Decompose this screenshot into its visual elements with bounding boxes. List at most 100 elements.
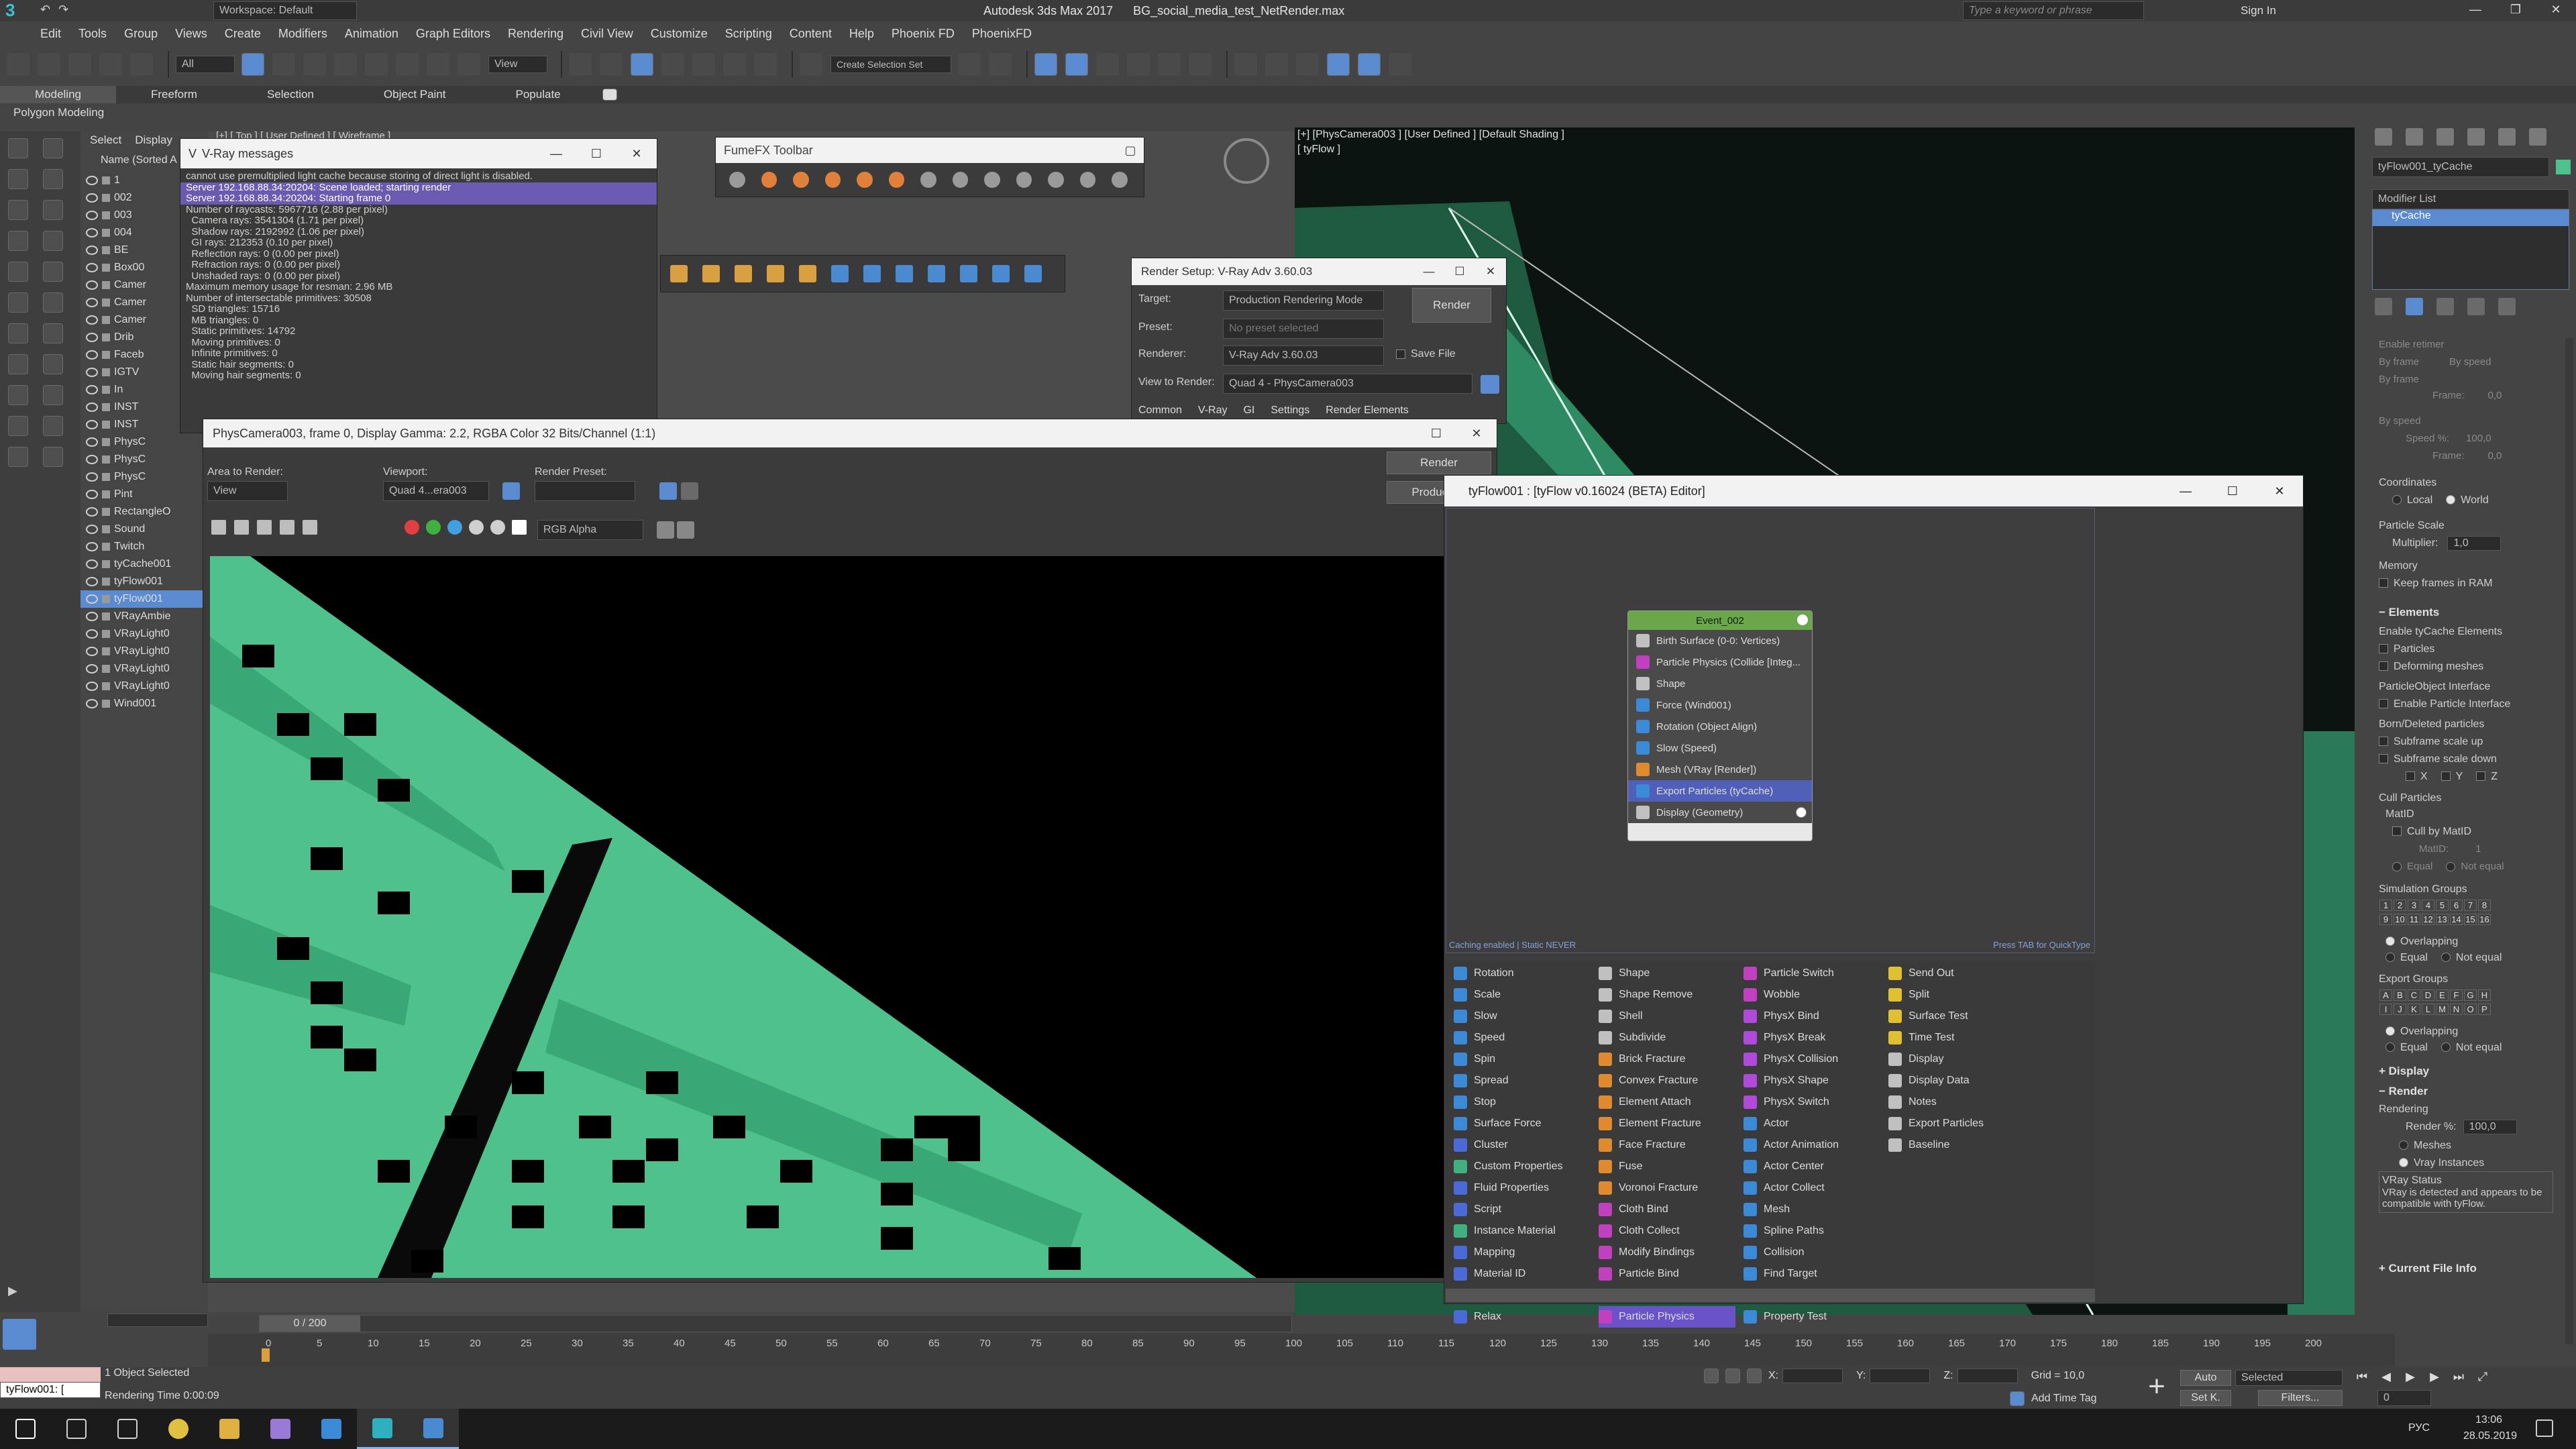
app-logo[interactable]: 3 bbox=[5, 0, 32, 21]
clone-frame-icon[interactable] bbox=[257, 520, 272, 535]
render-setup-icon[interactable] bbox=[659, 482, 677, 500]
visibility-eye-icon[interactable] bbox=[86, 490, 98, 499]
visibility-eye-icon[interactable] bbox=[86, 246, 98, 255]
visibility-eye-icon[interactable] bbox=[86, 228, 98, 237]
save-file-checkbox[interactable]: Save File bbox=[1396, 348, 1456, 360]
depot-operator[interactable]: Shape bbox=[1599, 963, 1735, 984]
render-production-icon[interactable] bbox=[1296, 53, 1319, 76]
display-rollout-header[interactable]: + Display bbox=[2379, 1065, 2429, 1077]
export-group-button[interactable]: J bbox=[2394, 1004, 2406, 1015]
time-slider-thumb[interactable]: 0 / 200 bbox=[260, 1316, 360, 1332]
grid-icon[interactable] bbox=[735, 265, 752, 282]
visibility-eye-icon[interactable] bbox=[86, 437, 98, 447]
ribbon-tab[interactable]: Populate bbox=[481, 86, 596, 103]
export-overlapping-radio[interactable]: Overlapping bbox=[2385, 1024, 2458, 1037]
maximize-icon[interactable]: ☐ bbox=[1416, 427, 1456, 441]
depot-operator[interactable]: Notes bbox=[1888, 1091, 2025, 1113]
vray-frame-buffer-icon[interactable] bbox=[1358, 53, 1381, 76]
outliner-row[interactable]: Pint bbox=[80, 486, 208, 503]
freeze-icon[interactable] bbox=[43, 385, 63, 405]
depot-operator[interactable]: PhysX Bind bbox=[1743, 1006, 1880, 1027]
matid-field[interactable]: 1 bbox=[2475, 843, 2481, 855]
depot-operator[interactable]: PhysX Switch bbox=[1743, 1091, 1880, 1113]
sim-group-button[interactable]: 10 bbox=[2394, 914, 2406, 925]
meshes-checkbox[interactable]: Deforming meshes bbox=[2379, 659, 2483, 672]
viewport-label[interactable]: [+] [PhysCamera003 ] [User Defined ] [De… bbox=[1297, 129, 1564, 141]
enable-elements-checkbox[interactable]: Enable tyCache Elements bbox=[2379, 624, 2502, 637]
depot-operator[interactable]: Actor Collect bbox=[1743, 1177, 1880, 1199]
depot-operator[interactable]: Modify Bindings bbox=[1599, 1242, 1735, 1263]
event-operator[interactable]: Birth Surface (0-0: Vertices) bbox=[1628, 630, 1812, 651]
depot-operator[interactable]: Surface Test bbox=[1888, 1006, 2025, 1027]
reference-coordinate-select[interactable]: View bbox=[488, 56, 547, 73]
depot-operator[interactable]: Voronoi Fracture bbox=[1599, 1177, 1735, 1199]
cloud-icon[interactable] bbox=[767, 265, 784, 282]
depot-operator[interactable]: Collision bbox=[1743, 1242, 1880, 1263]
flow-canvas[interactable]: Event_002 Birth Surface (0-0: Vertices) P… bbox=[1446, 508, 2095, 953]
hierarchy-tab-icon[interactable] bbox=[2436, 128, 2454, 146]
depot-operator[interactable]: Shape Remove bbox=[1599, 984, 1735, 1006]
sim-overlapping-radio[interactable]: Overlapping bbox=[2385, 934, 2458, 947]
time-tag-icon[interactable] bbox=[2010, 1391, 2025, 1406]
notification-icon[interactable] bbox=[2536, 1419, 2553, 1437]
depot-operator[interactable]: Face Fracture bbox=[1599, 1134, 1735, 1156]
fumefx-play-icon[interactable] bbox=[1048, 172, 1064, 188]
export-group-button[interactable]: I bbox=[2379, 1004, 2392, 1015]
export-group-button[interactable]: M bbox=[2436, 1004, 2449, 1015]
render-vray-radio[interactable]: Vray Instances bbox=[2399, 1155, 2484, 1169]
outliner-row[interactable]: PhysC bbox=[80, 468, 208, 486]
material-editor-icon[interactable] bbox=[1189, 53, 1212, 76]
maxscript-listener[interactable]: tyFlow001: [ bbox=[0, 1382, 101, 1398]
teapot-render-icon[interactable] bbox=[1389, 53, 1411, 76]
menu-item[interactable]: Edit bbox=[40, 27, 61, 41]
selection-filter[interactable]: All bbox=[176, 56, 235, 73]
event-name[interactable]: Event_002 bbox=[1696, 615, 1744, 627]
sim-group-button[interactable]: 14 bbox=[2450, 914, 2463, 925]
lock-icon[interactable] bbox=[1481, 375, 1499, 394]
fumefx-sphere-icon[interactable] bbox=[952, 172, 969, 188]
red-channel-icon[interactable] bbox=[405, 520, 419, 535]
close-icon[interactable]: ✕ bbox=[2536, 3, 2576, 17]
display-icon[interactable] bbox=[8, 200, 28, 220]
layer-icon[interactable] bbox=[8, 385, 28, 405]
export-group-button[interactable]: L bbox=[2422, 1004, 2434, 1015]
pivot-icon[interactable] bbox=[569, 53, 592, 76]
sim-equal-radio[interactable]: Equal bbox=[2385, 950, 2428, 963]
key-mode-icon[interactable]: ⤢ bbox=[2475, 1370, 2490, 1385]
sim-group-button[interactable]: 13 bbox=[2436, 914, 2449, 925]
absolute-mode-icon[interactable] bbox=[1747, 1368, 1762, 1383]
prev-frame-icon[interactable]: ◀ bbox=[2379, 1370, 2394, 1385]
vray-log[interactable]: cannot use premultiplied light cache bec… bbox=[180, 168, 657, 382]
menu-item[interactable]: PhoenixFD bbox=[972, 27, 1032, 41]
visibility-eye-icon[interactable] bbox=[86, 525, 98, 534]
menu-item[interactable]: Tools bbox=[78, 27, 107, 41]
command-panel-scrollbar[interactable] bbox=[2565, 338, 2573, 1344]
y-field[interactable] bbox=[1870, 1368, 1931, 1383]
blue-channel-icon[interactable] bbox=[447, 520, 462, 535]
sim-group-button[interactable]: 7 bbox=[2464, 900, 2477, 911]
view-to-render-select[interactable]: Quad 4 - PhysCamera003 bbox=[1223, 374, 1472, 394]
show-end-result-icon[interactable] bbox=[2406, 298, 2423, 315]
set-key-button[interactable]: Set K. bbox=[2180, 1390, 2231, 1406]
search-input[interactable]: Type a keyword or phrase bbox=[1963, 1, 2144, 20]
export-group-button[interactable]: B bbox=[2394, 989, 2406, 1001]
render-icon[interactable] bbox=[992, 265, 1010, 282]
outliner-row[interactable]: Wind001 bbox=[80, 695, 208, 712]
menu-item[interactable]: Civil View bbox=[581, 27, 633, 41]
light-icon[interactable] bbox=[8, 262, 28, 282]
menu-item[interactable]: Modifiers bbox=[278, 27, 327, 41]
depot-operator[interactable]: Fluid Properties bbox=[1454, 1177, 1591, 1199]
menu-item[interactable]: Group bbox=[124, 27, 158, 41]
outliner-row[interactable]: VRayLight0 bbox=[80, 660, 208, 678]
cull-by-matid-checkbox[interactable]: Cull by MatID bbox=[2392, 824, 2471, 837]
outliner-row[interactable]: VRayAmbie bbox=[80, 608, 208, 625]
mirror-icon[interactable] bbox=[958, 53, 981, 76]
placement-icon[interactable] bbox=[458, 53, 480, 76]
visibility-eye-icon[interactable] bbox=[86, 176, 98, 185]
menu-item[interactable]: Phoenix FD bbox=[892, 27, 955, 41]
depot-operator[interactable]: Cluster bbox=[1454, 1134, 1591, 1156]
add-time-tag[interactable]: Add Time Tag bbox=[2031, 1393, 2097, 1405]
stack-item-tycache[interactable]: tyCache bbox=[2373, 210, 2569, 226]
move-icon[interactable] bbox=[365, 53, 388, 76]
outliner-row[interactable]: tyFlow001 bbox=[80, 590, 208, 608]
